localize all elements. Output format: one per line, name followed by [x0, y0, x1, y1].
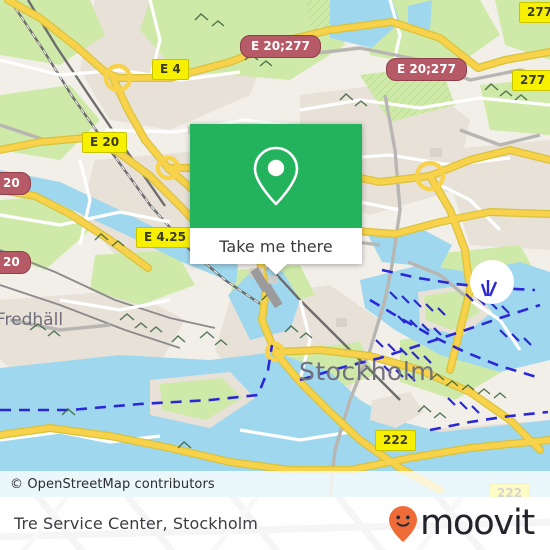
take-me-there-label: Take me there: [219, 236, 333, 256]
road-shield-20-left-upper: 20: [0, 172, 31, 195]
road-shield-e20-277-top: E 20;277: [240, 35, 321, 58]
map-canvas[interactable]: Stockholm Fredhäll E 20;277 E 20;277 E 4…: [0, 0, 550, 497]
popup-action-bar[interactable]: Take me there: [190, 228, 362, 275]
road-shield-277-right: 277: [512, 70, 550, 91]
road-shield-e425: E 4.25: [136, 227, 194, 248]
road-shield-277-topright: 277: [519, 2, 550, 23]
popup-header: [190, 124, 362, 228]
road-shield-e4: E 4: [152, 59, 189, 80]
moovit-brand[interactable]: moovit: [388, 503, 535, 543]
map-pin-icon: [253, 146, 299, 206]
moovit-wordmark: moovit: [420, 503, 535, 543]
result-footer: Tre Service Center, Stockholm moovit: [0, 497, 550, 550]
road-shield-20-left-lower: 20: [0, 251, 31, 274]
moovit-smiley-pin-icon: [389, 505, 418, 542]
place-title: Tre Service Center, Stockholm: [14, 514, 258, 533]
road-shield-e20-277-right: E 20;277: [386, 58, 467, 81]
osm-attribution-text[interactable]: © OpenStreetMap contributors: [0, 477, 215, 492]
road-shield-222-lower: 222: [375, 430, 417, 451]
take-me-there-popup[interactable]: Take me there: [190, 124, 362, 275]
road-shield-e20: E 20: [82, 132, 128, 153]
map-attribution-bar: © OpenStreetMap contributors: [0, 471, 550, 497]
popup-tail-pointer: [265, 264, 287, 275]
map-result-page: Stockholm Fredhäll E 20;277 E 20;277 E 4…: [0, 0, 550, 550]
